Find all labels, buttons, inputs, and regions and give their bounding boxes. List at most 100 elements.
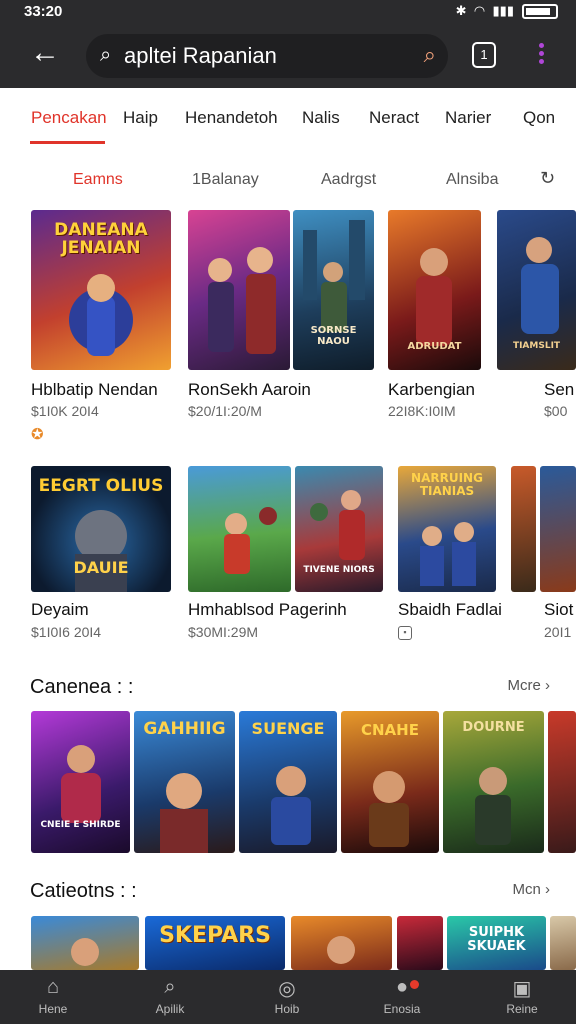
game-meta: $1I0I6 20I4 (31, 624, 102, 640)
game-card[interactable] (291, 916, 392, 970)
game-card[interactable]: SUIPHK SKUAEK (447, 916, 546, 970)
game-card[interactable]: SORNSE NAOU (293, 210, 374, 370)
game-card[interactable]: ADRUDAT (388, 210, 481, 370)
subtab-balanay[interactable]: 1Balanay (192, 171, 259, 189)
game-card[interactable]: CNAHE (341, 711, 439, 853)
game-card[interactable]: GAHHIIG (134, 711, 235, 853)
game-card[interactable]: NARRUING TIANIAS (398, 466, 496, 592)
overflow-menu-icon[interactable] (528, 40, 554, 70)
nav-hub[interactable]: ◎ Hoib (237, 976, 337, 1016)
subtab-alnsiba[interactable]: Alnsiba (446, 171, 498, 189)
game-banner: ADRUDAT (407, 341, 462, 352)
active-tab-indicator (30, 141, 105, 144)
game-title: Deyaim (31, 600, 89, 619)
game-meta: $1I0K 20I4 (31, 403, 99, 419)
game-card[interactable]: DOURNE (443, 711, 544, 853)
compass-icon: ◎ (278, 978, 296, 1000)
nav-inbox[interactable]: ▣ Reine (472, 976, 572, 1016)
game-meta: $20/1I:20/M (188, 403, 262, 419)
notification-dot (410, 980, 419, 989)
game-card[interactable] (188, 210, 290, 370)
game-banner: CNAHE (361, 721, 419, 739)
top-app-bar: ← ⌕ apltei Rapanian ⌕ 1 (0, 26, 576, 88)
back-arrow-icon[interactable]: ← (30, 38, 60, 68)
game-banner: DAUIE (73, 558, 129, 577)
section-more-link[interactable]: Mcre › (507, 677, 550, 694)
section-more-link[interactable]: Mcn › (512, 881, 550, 898)
game-card[interactable] (511, 466, 536, 592)
section-title: Canenea : : (30, 676, 134, 698)
signal-icon: ▮▮▮ (492, 3, 514, 18)
game-banner: DANEANA JENAIAN (54, 220, 148, 258)
game-title: RonSekh Aaroin (188, 380, 311, 399)
tabs-button[interactable]: 1 (472, 42, 496, 68)
more-label: Mcre (507, 677, 541, 694)
status-bar: 33:20 ✱ ◠ ▮▮▮ (0, 0, 576, 26)
category-tabs: Pencakan Haip Henandetoh Nalis Neract Na… (0, 88, 576, 146)
nav-profile[interactable]: ● Enosia (352, 976, 452, 1016)
subtab-eamns[interactable]: Eamns (73, 171, 123, 189)
game-banner: SUENGE (251, 719, 325, 738)
tab-qon[interactable]: Qon (523, 108, 555, 128)
search-input[interactable]: ⌕ apltei Rapanian ⌕ (86, 34, 448, 78)
tab-pencakan[interactable]: Pencakan (31, 108, 107, 128)
nav-label: Enosia (383, 1002, 421, 1016)
tab-narier[interactable]: Narier (445, 108, 491, 128)
status-icons: ✱ ◠ ▮▮▮ (456, 3, 558, 19)
tab-neract[interactable]: Neract (369, 108, 419, 128)
game-card[interactable]: EEGRT OLIUS DAUIE (31, 466, 171, 592)
refresh-icon[interactable]: ↻ (540, 168, 555, 189)
nav-label: Hene (38, 1002, 68, 1016)
game-art (61, 745, 101, 823)
game-banner: NARRUING TIANIAS (411, 471, 483, 498)
game-card[interactable] (540, 466, 576, 592)
home-icon: ⌂ (46, 976, 60, 998)
battery-icon (522, 3, 558, 19)
game-card[interactable] (550, 916, 576, 970)
search-action-icon[interactable]: ⌕ (424, 42, 436, 68)
game-card[interactable] (548, 711, 576, 853)
game-art (208, 247, 276, 354)
game-title: Karbengian (388, 380, 475, 399)
nav-label: Hoib (274, 1002, 300, 1016)
game-card[interactable] (31, 916, 139, 970)
sub-tabs: Eamns 1Balanay Aadrgst Alnsiba ↻ (0, 160, 576, 200)
game-title: Hmhablsod Pagerinh (188, 600, 347, 619)
game-title: Sen (544, 380, 575, 399)
chevron-right-icon: › (545, 881, 550, 898)
game-card[interactable]: CNEIE E SHIRDE (31, 711, 130, 853)
subtab-aadrgst[interactable]: Aadrgst (321, 171, 376, 189)
game-card[interactable]: SKEPARS (145, 916, 285, 970)
game-card[interactable]: TIVENE NIORS (295, 466, 383, 592)
tab-nalis[interactable]: Nalis (302, 108, 340, 128)
game-card[interactable]: SUENGE (239, 711, 337, 853)
game-banner: TIVENE NIORS (303, 565, 375, 575)
chevron-right-icon: › (545, 677, 550, 694)
game-banner: SUIPHK SKUAEK (467, 925, 526, 954)
game-card[interactable]: TIAMSLIT (497, 210, 576, 370)
status-time: 33:20 (24, 3, 63, 20)
game-card[interactable] (397, 916, 443, 970)
game-meta: 22I8K:I0IM (388, 403, 456, 419)
game-meta: $00 (544, 403, 568, 419)
device-icon: ▪ (398, 626, 412, 640)
more-label: Mcn (512, 881, 541, 898)
wifi-icon: ◠ (474, 3, 485, 18)
nav-apps[interactable]: ⌕ Apilik (120, 976, 220, 1016)
game-title: Hblbatip Nendan (31, 380, 158, 399)
tab-haip[interactable]: Haip (123, 108, 158, 128)
game-card[interactable]: DANEANA JENAIAN (31, 210, 171, 370)
profile-icon: ● (395, 976, 409, 998)
game-banner: SKEPARS (159, 923, 271, 948)
game-banner: TIAMSLIT (512, 341, 561, 351)
game-card[interactable] (188, 466, 291, 592)
search-icon: ⌕ (164, 976, 176, 998)
tab-henandetoh[interactable]: Henandetoh (185, 108, 278, 128)
inbox-icon: ▣ (512, 978, 532, 1000)
nav-home[interactable]: ⌂ Hene (3, 976, 103, 1016)
search-query: apltei Rapanian (124, 43, 277, 68)
game-banner: GAHHIIG (143, 719, 226, 739)
bottom-navigation: ⌂ Hene ⌕ Apilik ◎ Hoib ● Enosia ▣ Reine (0, 970, 576, 1024)
game-banner: CNEIE E SHIRDE (40, 820, 121, 830)
game-banner: SORNSE NAOU (310, 325, 357, 347)
